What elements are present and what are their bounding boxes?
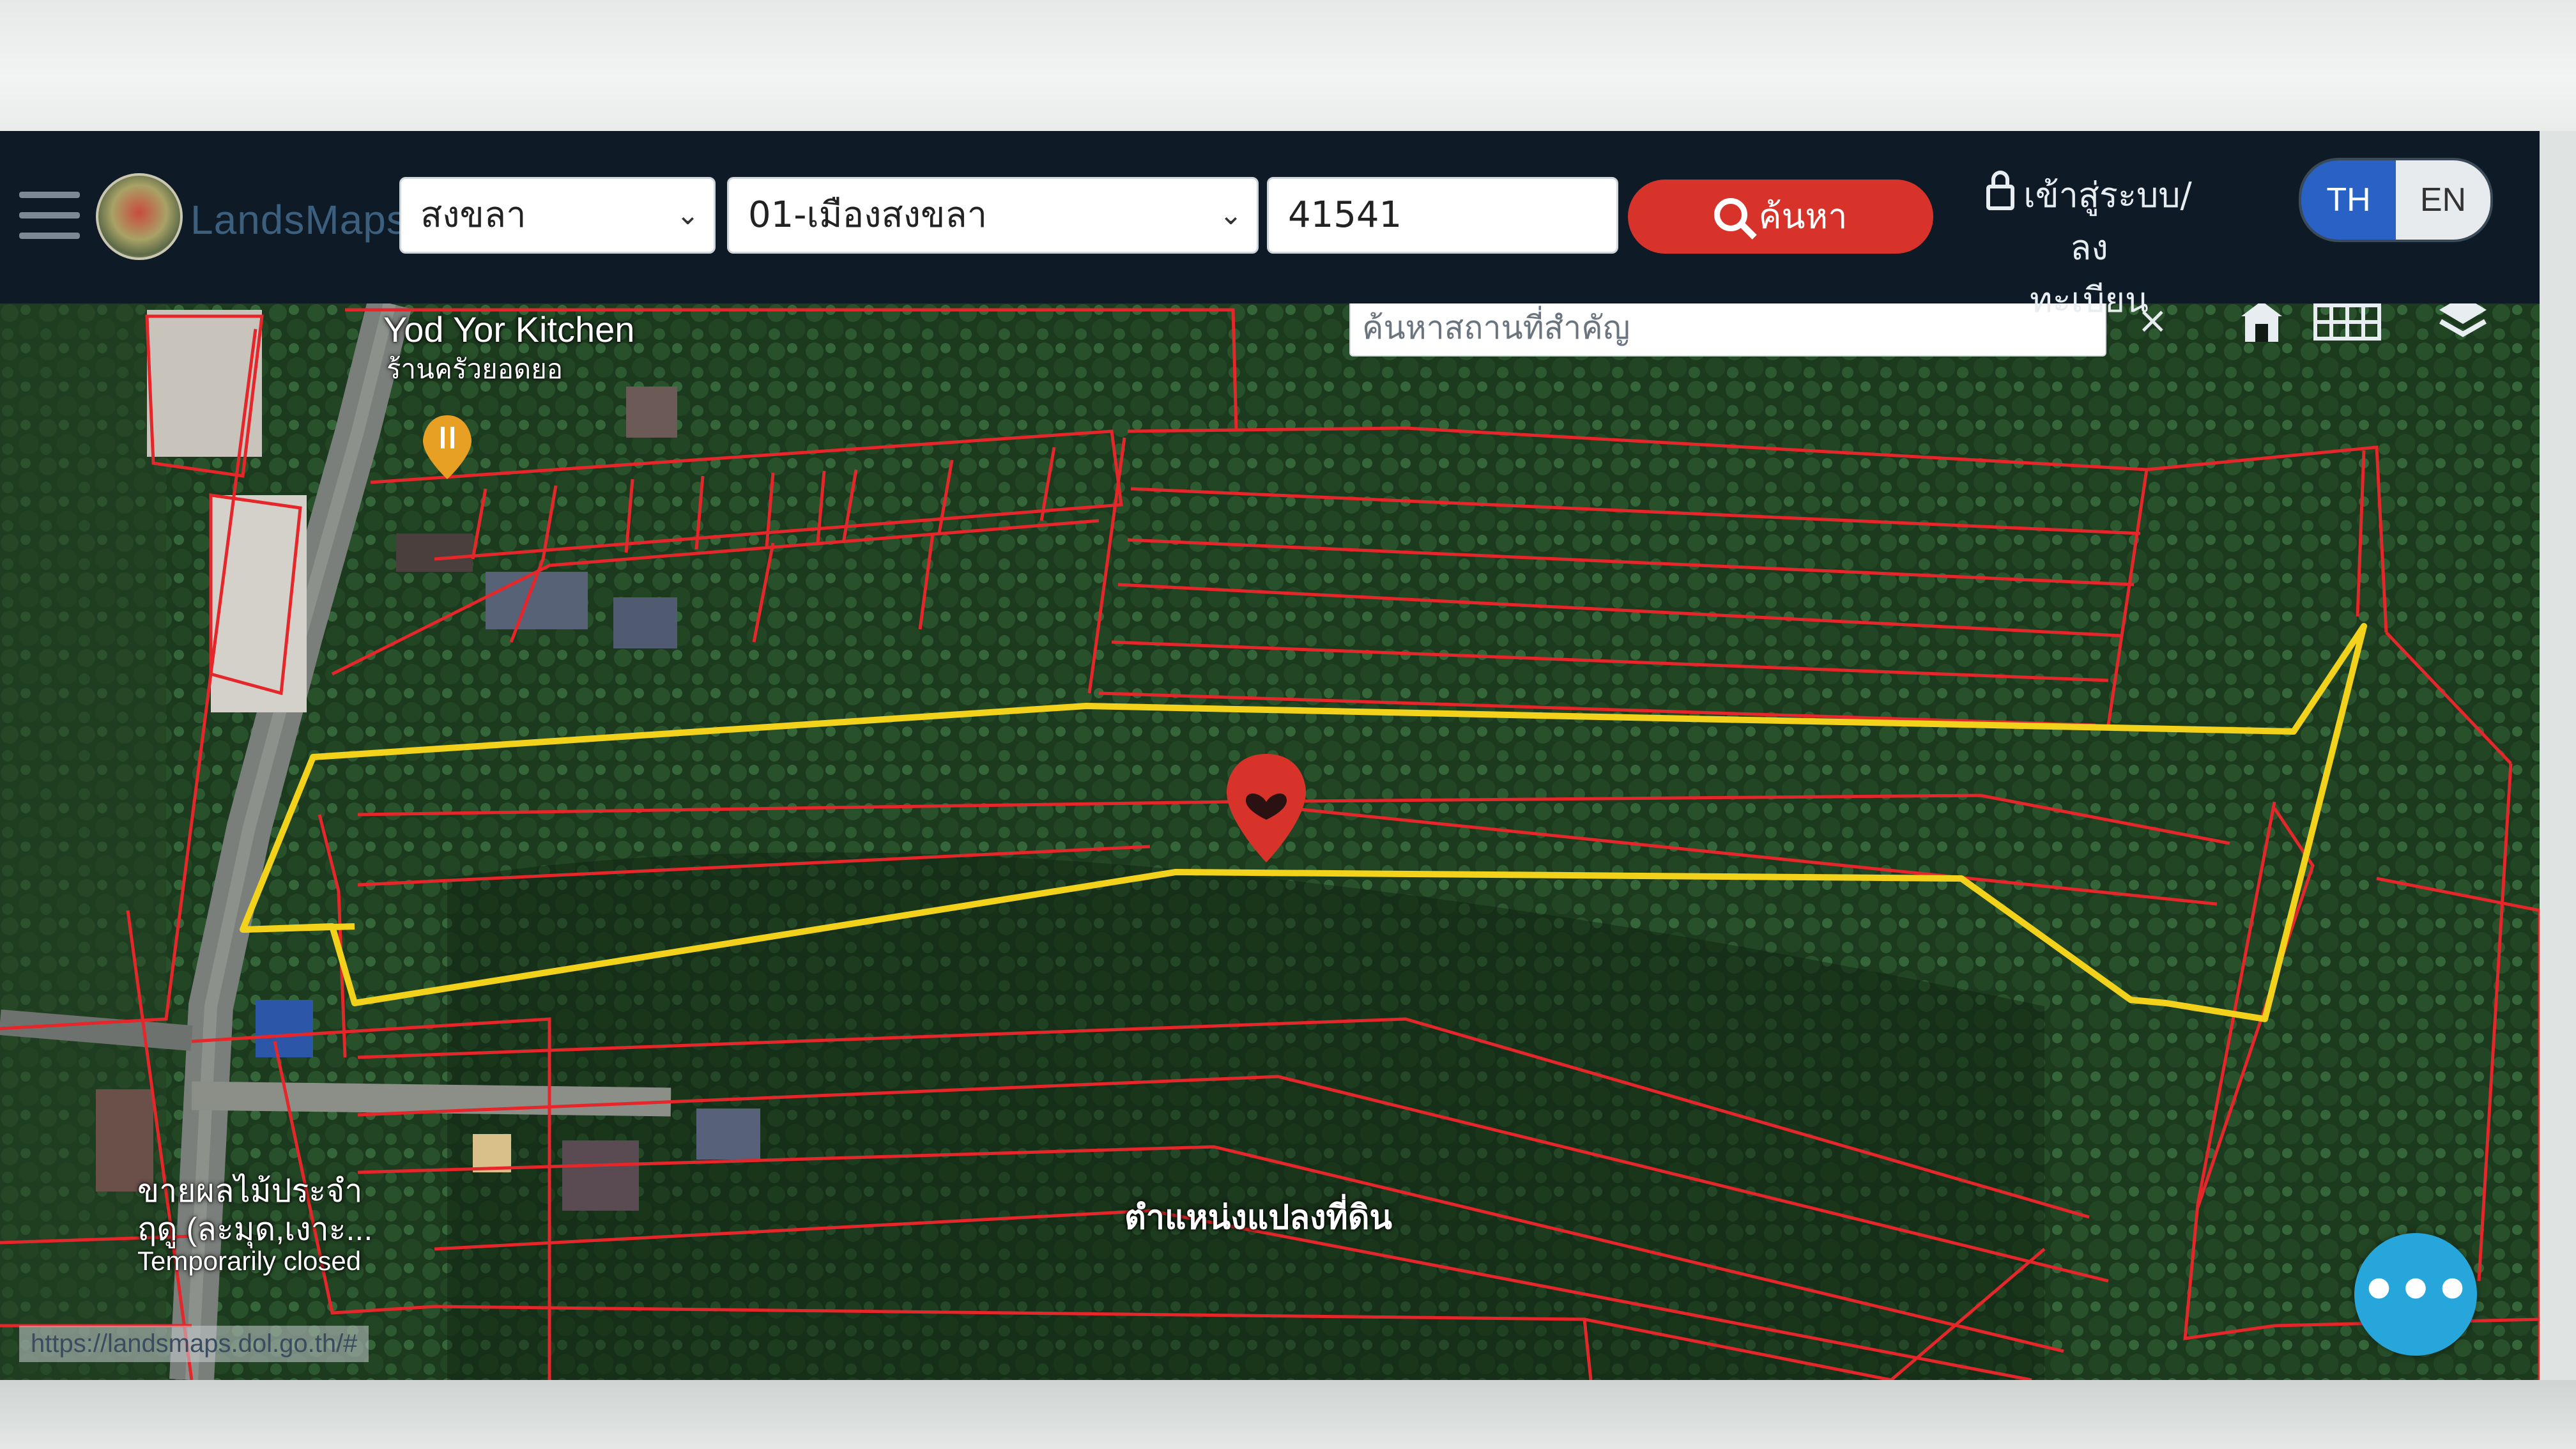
- more-dots-icon[interactable]: •••: [2354, 1233, 2477, 1356]
- poi-name-thai[interactable]: ร้านครัวยอดยอ: [387, 348, 563, 390]
- search-label: ค้นหา: [1758, 196, 1848, 236]
- status-url: https://landsmaps.dol.go.th/#: [19, 1326, 369, 1362]
- satellite-map[interactable]: Yod Yor Kitchen ร้านครัวยอดยอ ขายผลไม้ปร…: [0, 303, 2540, 1380]
- province-value: สงขลา: [420, 194, 526, 236]
- lang-th-button[interactable]: TH: [2301, 160, 2396, 240]
- parcel-number-value: 41541: [1288, 194, 1402, 236]
- province-select[interactable]: สงขลา ⌄: [399, 177, 716, 254]
- chevron-down-icon: ⌄: [676, 199, 700, 231]
- top-navbar: LandsMaps สงขลา ⌄ 01-เมืองสงขลา ⌄ 41541 …: [0, 131, 2540, 320]
- poi-name[interactable]: Yod Yor Kitchen: [383, 309, 634, 350]
- department-seal-logo[interactable]: [96, 173, 183, 260]
- search-button[interactable]: ค้นหา: [1628, 180, 1933, 254]
- browser-viewport: Yod Yor Kitchen ร้านครัวยอดยอ ขายผลไม้ปร…: [0, 131, 2540, 1380]
- lang-en-button[interactable]: EN: [2396, 160, 2490, 240]
- parcel-number-input[interactable]: 41541: [1267, 177, 1618, 254]
- building-icon[interactable]: [2236, 296, 2287, 349]
- chevron-down-icon: ⌄: [1219, 199, 1243, 231]
- parcel-marker-label: ตำแหน่งแปลงที่ดิน: [1124, 1199, 1393, 1237]
- shop-status: Temporarily closed: [137, 1246, 362, 1276]
- logo-text[interactable]: LandsMaps: [190, 196, 408, 243]
- login-line2: ทะเบียน: [2030, 280, 2149, 320]
- login-line1: เข้าสู่ระบบ/ลง: [2023, 175, 2192, 268]
- login-register-link[interactable]: เข้าสู่ระบบ/ลง ทะเบียน: [1981, 169, 2198, 326]
- monitor-bezel-bottom: [0, 1380, 2576, 1449]
- district-select[interactable]: 01-เมืองสงขลา ⌄: [727, 177, 1259, 254]
- lock-icon: [1986, 171, 2015, 211]
- language-toggle[interactable]: TH EN: [2299, 158, 2493, 242]
- grid-icon[interactable]: [2313, 300, 2383, 348]
- hamburger-icon[interactable]: [19, 192, 80, 243]
- search-icon: [1713, 198, 1747, 232]
- monitor-bezel-top: [0, 0, 2576, 131]
- district-value: 01-เมืองสงขลา: [748, 194, 988, 236]
